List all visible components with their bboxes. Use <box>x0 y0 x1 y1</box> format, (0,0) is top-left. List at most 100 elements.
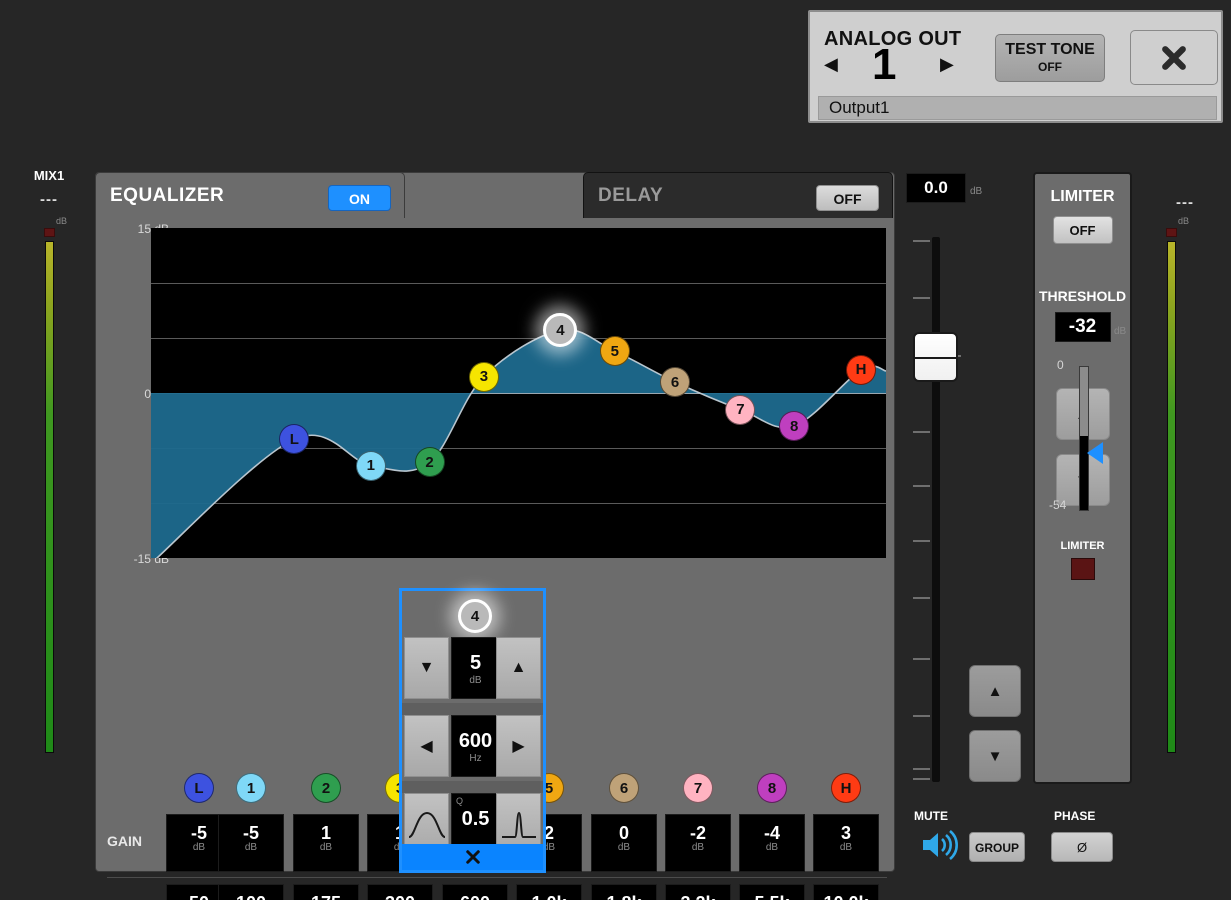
test-tone-state: OFF <box>1038 60 1062 74</box>
band-chip-7[interactable]: 7 <box>683 773 713 803</box>
freq-decrease-button[interactable]: ◀ <box>404 715 449 777</box>
gain-cell-1[interactable]: -5 dB <box>218 814 284 872</box>
wide-bell-icon <box>408 811 445 838</box>
phase-button[interactable]: Ø <box>1051 832 1113 862</box>
gain-unit: dB <box>319 842 333 853</box>
popup-divider-2 <box>402 781 543 793</box>
freq-cell-5[interactable]: 1.0k Hz <box>516 884 582 900</box>
band-chip-6[interactable]: 6 <box>609 773 639 803</box>
tab-delay[interactable]: DELAY OFF <box>583 172 893 218</box>
popup-gain-unit: dB <box>469 675 482 686</box>
right-meter-unit: dB <box>1178 216 1190 226</box>
band-chip-h[interactable]: H <box>831 773 861 803</box>
eq-node-2[interactable]: 2 <box>414 447 445 478</box>
eq-node-3[interactable]: 3 <box>468 361 499 392</box>
close-button[interactable] <box>1130 30 1218 85</box>
equalizer-onoff-button[interactable]: ON <box>328 185 391 211</box>
popup-header: 4 <box>402 591 543 637</box>
freq-cell-7[interactable]: 3.2k Hz <box>665 884 731 900</box>
gain-unit: dB <box>691 842 705 853</box>
limiter-led-label: LIMITER <box>1060 540 1105 552</box>
output-fader-knob[interactable] <box>913 332 958 382</box>
output-name-field[interactable]: Output1 <box>818 96 1217 120</box>
limiter-title: LIMITER <box>1050 188 1115 205</box>
output-fader-track[interactable] <box>932 237 940 782</box>
freq-cell-4[interactable]: 600 Hz <box>442 884 508 900</box>
eq-node-8[interactable]: 8 <box>779 411 810 441</box>
freq-cell-2[interactable]: 175 Hz <box>293 884 359 900</box>
popup-gain-value-field[interactable]: 5 dB <box>451 637 500 699</box>
right-meter: --- dB <box>1140 168 1230 753</box>
band-editor-popup: 4 ▼ 5 dB ▲ ◀ 600 Hz ▶ Q 0.5 <box>399 588 546 873</box>
popup-freq-row: ◀ 600 Hz ▶ <box>402 715 543 781</box>
threshold-value[interactable]: -32 <box>1054 312 1111 342</box>
mute-label: MUTE <box>914 809 948 823</box>
prev-channel-button[interactable]: ◀ <box>824 54 838 75</box>
left-meter-overload-led <box>44 228 55 237</box>
freq-cell-8[interactable]: 5.5k Hz <box>739 884 805 900</box>
mute-button[interactable] <box>919 828 959 867</box>
popup-gain-value: 5 <box>469 652 482 674</box>
left-meter-unit: dB <box>56 216 68 226</box>
freq-cell-1[interactable]: 100 Hz <box>218 884 284 900</box>
gain-decrease-button[interactable]: ▼ <box>404 637 449 699</box>
next-channel-button[interactable]: ▶ <box>940 54 954 75</box>
gain-cell-8[interactable]: -4 dB <box>739 814 805 872</box>
eq-response-graph[interactable]: L12345678H <box>151 228 886 558</box>
threshold-slider-handle[interactable] <box>1087 442 1103 464</box>
gain-value: -5 <box>242 823 259 843</box>
level-up-button[interactable]: ▲ <box>969 665 1021 717</box>
popup-freq-value-field[interactable]: 600 Hz <box>451 715 500 777</box>
gain-increase-button[interactable]: ▲ <box>496 637 541 699</box>
output-level-value[interactable]: 0.0 <box>906 173 966 203</box>
narrow-bell-icon <box>501 811 536 838</box>
chevron-left-icon: ◀ <box>420 738 433 755</box>
popup-q-prefix: Q <box>456 796 464 806</box>
eq-node-7[interactable]: 7 <box>725 394 756 425</box>
limiter-onoff-button[interactable]: OFF <box>1052 216 1113 244</box>
chevron-up-icon: ▲ <box>987 682 1003 700</box>
left-meter-bar <box>45 241 54 753</box>
left-meter-label: MIX1 <box>33 168 65 183</box>
freq-cell-6[interactable]: 1.8k Hz <box>591 884 657 900</box>
freq-cell-3[interactable]: 300 Hz <box>367 884 433 900</box>
threshold-slider[interactable] <box>1079 366 1089 511</box>
left-meter-value: --- <box>40 191 58 208</box>
band-chip-2[interactable]: 2 <box>311 773 341 803</box>
group-button[interactable]: GROUP <box>969 832 1025 862</box>
popup-close-button[interactable] <box>402 844 543 870</box>
gain-value: -4 <box>763 823 780 843</box>
eq-node-5[interactable]: 5 <box>599 336 630 367</box>
freq-value: 3.2k <box>666 893 730 900</box>
freq-value: 300 <box>368 893 432 900</box>
speaker-on-icon <box>923 829 958 861</box>
eq-node-6[interactable]: 6 <box>660 367 691 397</box>
gain-value: 3 <box>840 823 851 843</box>
tab-equalizer[interactable]: EQUALIZER ON <box>95 172 405 218</box>
freq-cell-h[interactable]: 10.0k Hz <box>813 884 879 900</box>
band-chip-l[interactable]: L <box>184 773 214 803</box>
gain-cell-7[interactable]: -2 dB <box>665 814 731 872</box>
band-chip-8[interactable]: 8 <box>757 773 787 803</box>
eq-node-h[interactable]: H <box>846 354 876 385</box>
test-tone-button[interactable]: TEST TONE OFF <box>995 34 1105 82</box>
band-chip-1[interactable]: 1 <box>236 773 266 803</box>
eq-node-1[interactable]: 1 <box>355 450 386 481</box>
phase-label: PHASE <box>1054 809 1096 823</box>
gain-unit: dB <box>244 842 258 853</box>
header-row: ANALOG OUT ◀ 1 ▶ TEST TONE OFF <box>810 12 1221 90</box>
gain-cell-2[interactable]: 1 dB <box>293 814 359 872</box>
delay-onoff-button[interactable]: OFF <box>816 185 879 211</box>
freq-value: 1.0k <box>517 893 581 900</box>
popup-freq-value: 600 <box>458 730 493 752</box>
test-tone-label: TEST TONE <box>1005 41 1095 58</box>
gain-cell-6[interactable]: 0 dB <box>591 814 657 872</box>
freq-value: 600 <box>443 893 507 900</box>
gain-row-label: GAIN <box>107 833 142 849</box>
chevron-up-icon: ▲ <box>510 659 527 676</box>
level-down-button[interactable]: ▼ <box>969 730 1021 782</box>
right-meter-bar <box>1167 241 1176 753</box>
freq-increase-button[interactable]: ▶ <box>496 715 541 777</box>
chevron-right-icon: ▶ <box>512 738 525 755</box>
gain-cell-h[interactable]: 3 dB <box>813 814 879 872</box>
